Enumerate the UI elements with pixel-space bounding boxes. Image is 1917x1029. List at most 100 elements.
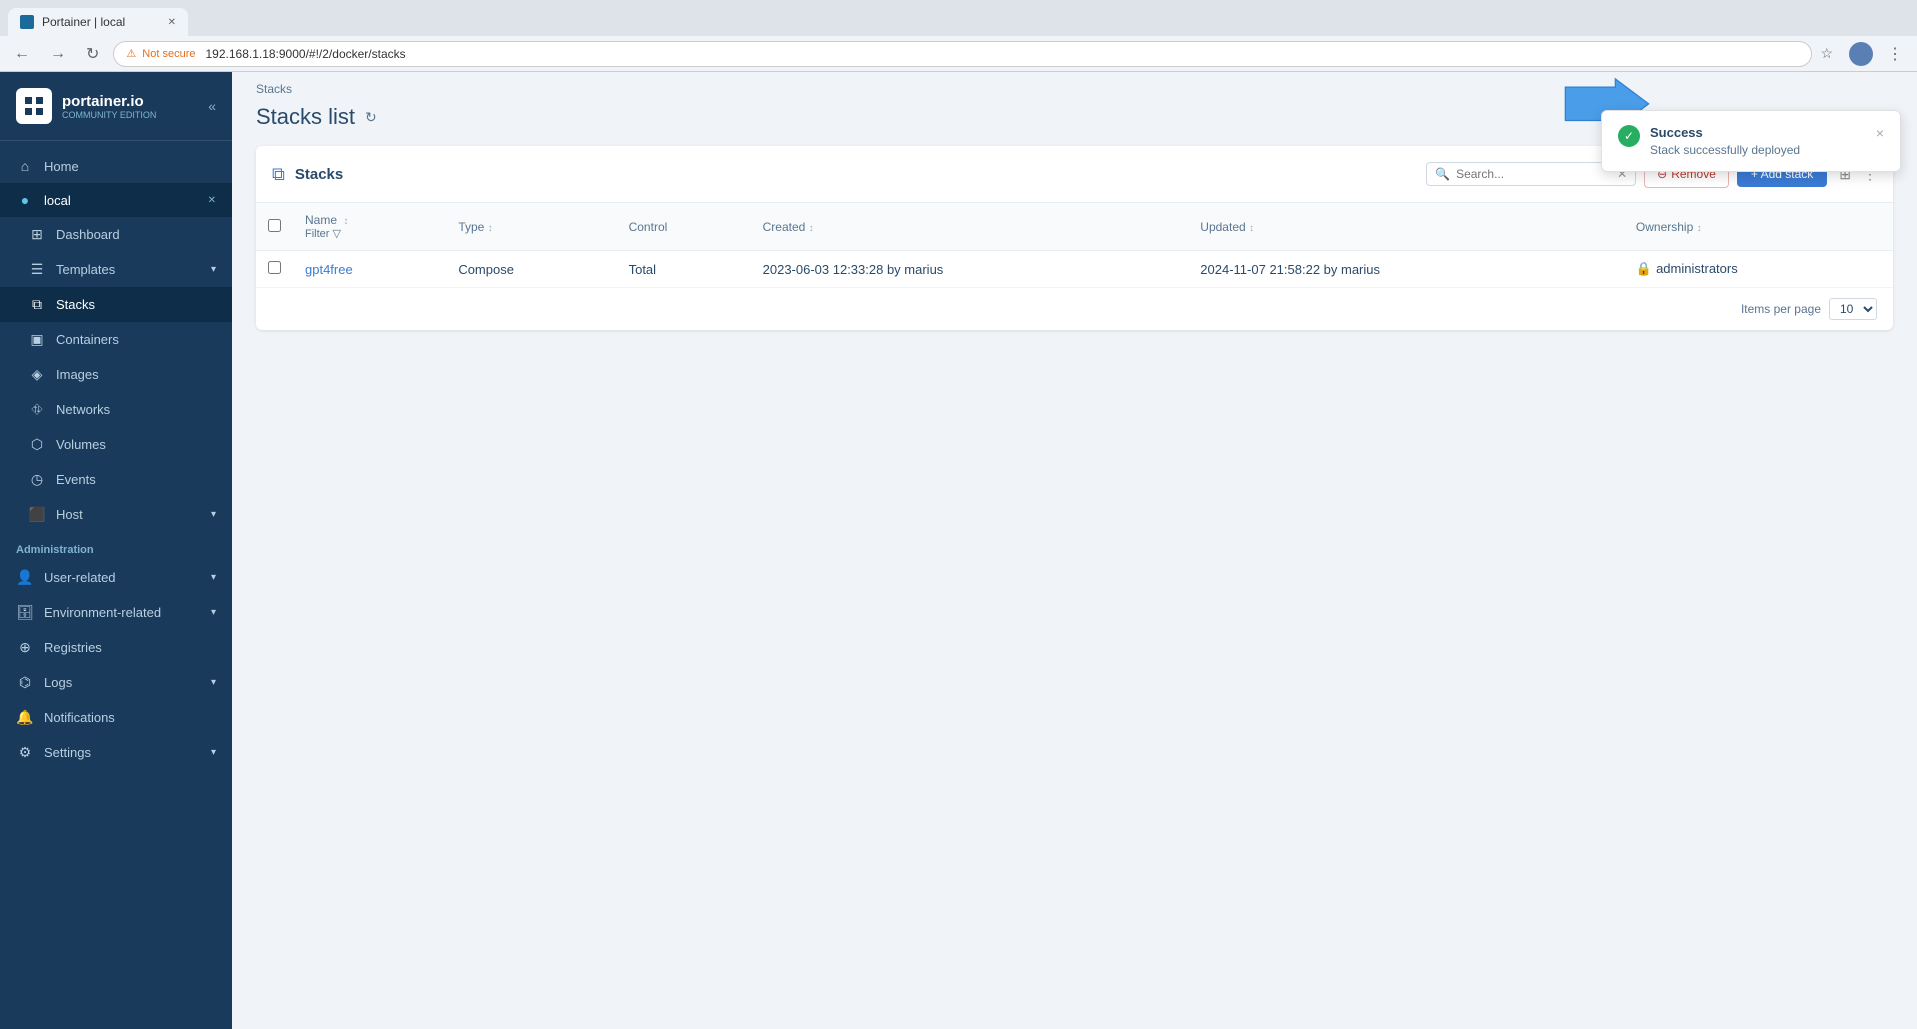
stacks-icon: ⧉ xyxy=(28,296,46,313)
sidebar-item-volumes[interactable]: ⬡ Volumes xyxy=(0,427,232,462)
browser-tab[interactable]: Portainer | local ✕ xyxy=(8,8,188,36)
portainer-logo-icon xyxy=(16,88,52,124)
sidebar-item-env-related[interactable]: 🗄 Environment-related ▾ xyxy=(0,595,232,630)
sidebar-item-user-related[interactable]: 👤 User-related ▾ xyxy=(0,560,232,595)
logs-icon: ⌬ xyxy=(16,674,34,691)
bookmark-icon[interactable]: ☆ xyxy=(1820,45,1833,62)
notification-container: ✓ Success Stack successfully deployed × xyxy=(1601,110,1901,172)
search-input[interactable] xyxy=(1456,167,1611,181)
stacks-panel-title: Stacks xyxy=(295,166,343,183)
tab-title: Portainer | local xyxy=(42,15,125,29)
created-sort-icon: ↕ xyxy=(809,223,814,234)
browser-toolbar: ← → ↻ ⚠ Not secure 192.168.1.18:9000/#!/… xyxy=(0,36,1917,72)
notifications-icon: 🔔 xyxy=(16,709,34,726)
local-close-button[interactable]: ✕ xyxy=(208,195,216,206)
settings-icon: ⚙ xyxy=(16,744,34,761)
column-name: Name ↕ Filter ▽ xyxy=(293,203,446,251)
column-updated: Updated ↕ xyxy=(1188,203,1624,251)
back-button[interactable]: ← xyxy=(8,43,36,65)
items-per-page-select[interactable]: 10 25 50 xyxy=(1829,298,1877,320)
sidebar-item-registries[interactable]: ⊕ Registries xyxy=(0,630,232,665)
sidebar-item-settings[interactable]: ⚙ Settings ▾ xyxy=(0,735,232,770)
stack-name-link[interactable]: gpt4free xyxy=(305,262,353,277)
home-label: Home xyxy=(44,159,79,174)
templates-chevron-icon: ▾ xyxy=(211,264,216,275)
sidebar-item-stacks[interactable]: ⧉ Stacks xyxy=(0,287,232,322)
sidebar-item-dashboard[interactable]: ⊞ Dashboard xyxy=(0,217,232,252)
created-label: Created xyxy=(763,220,806,234)
user-related-label: User-related xyxy=(44,570,116,585)
main-content: Stacks Stacks list ↻ ⧉ Stacks 🔍 ✕ ⊖ Rem xyxy=(232,72,1917,1029)
select-all-checkbox[interactable] xyxy=(268,219,281,232)
reload-button[interactable]: ↻ xyxy=(80,42,105,66)
tab-close-button[interactable]: ✕ xyxy=(168,17,176,28)
notifications-label: Notifications xyxy=(44,710,115,725)
notification-close-button[interactable]: × xyxy=(1876,125,1884,141)
security-icon: ⚠ xyxy=(126,47,136,60)
local-env-icon: ● xyxy=(16,192,34,208)
sidebar-item-notifications[interactable]: 🔔 Notifications xyxy=(0,700,232,735)
tab-favicon xyxy=(20,15,34,29)
app-container: portainer.io COMMUNITY EDITION « ⌂ Home … xyxy=(0,72,1917,1029)
updated-label: Updated xyxy=(1200,220,1245,234)
networks-icon: ⛗ xyxy=(28,401,46,418)
table-row: gpt4free Compose Total 2023-06-03 12:33:… xyxy=(256,251,1893,288)
table-header: Name ↕ Filter ▽ Type ↕ Control Created xyxy=(256,203,1893,251)
templates-label: Templates xyxy=(56,262,115,277)
name-sort-icon[interactable]: ↕ xyxy=(343,216,348,227)
row-checkbox[interactable] xyxy=(268,261,281,274)
settings-label: Settings xyxy=(44,745,91,760)
control-label: Control xyxy=(629,220,668,234)
refresh-button[interactable]: ↻ xyxy=(365,109,377,126)
logo-main-text: portainer.io xyxy=(62,93,156,110)
administration-section-label: Administration xyxy=(0,532,232,560)
menu-button[interactable]: ⋮ xyxy=(1881,42,1909,66)
images-icon: ◈ xyxy=(28,366,46,383)
row-checkbox-cell xyxy=(256,251,293,288)
notification-title: Success xyxy=(1650,125,1866,140)
containers-icon: ▣ xyxy=(28,331,46,348)
events-label: Events xyxy=(56,472,96,487)
ownership-label: Ownership xyxy=(1636,220,1693,234)
forward-button[interactable]: → xyxy=(44,43,72,65)
profile-icon[interactable] xyxy=(1849,42,1873,66)
sidebar-item-containers[interactable]: ▣ Containers xyxy=(0,322,232,357)
sidebar-item-templates[interactable]: ☰ Templates ▾ xyxy=(0,252,232,287)
items-per-page-label: Items per page xyxy=(1741,302,1821,316)
sidebar-item-local[interactable]: ● local ✕ xyxy=(0,183,232,217)
browser-chrome: Portainer | local ✕ ← → ↻ ⚠ Not secure 1… xyxy=(0,0,1917,72)
notification-message: Stack successfully deployed xyxy=(1650,143,1866,157)
events-icon: ◷ xyxy=(28,471,46,488)
sidebar-nav: ⌂ Home ● local ✕ ⊞ Dashboard ☰ Templates… xyxy=(0,141,232,1029)
row-name-cell: gpt4free xyxy=(293,251,446,288)
stacks-table: Name ↕ Filter ▽ Type ↕ Control Created xyxy=(256,203,1893,288)
notification-content: Success Stack successfully deployed xyxy=(1650,125,1866,157)
sidebar-item-logs[interactable]: ⌬ Logs ▾ xyxy=(0,665,232,700)
sidebar-collapse-button[interactable]: « xyxy=(208,98,216,114)
not-secure-label: Not secure xyxy=(142,48,195,60)
logo-text: portainer.io COMMUNITY EDITION xyxy=(62,93,156,120)
sidebar-item-home[interactable]: ⌂ Home xyxy=(0,149,232,183)
settings-chevron-icon: ▾ xyxy=(211,747,216,758)
ownership-icon: 🔒 xyxy=(1636,261,1652,276)
filter-button[interactable]: Filter ▽ xyxy=(305,227,341,240)
networks-label: Networks xyxy=(56,402,110,417)
logo-sub-text: COMMUNITY EDITION xyxy=(62,110,156,120)
templates-icon: ☰ xyxy=(28,261,46,278)
host-chevron-icon: ▾ xyxy=(211,509,216,520)
sidebar-item-networks[interactable]: ⛗ Networks xyxy=(0,392,232,427)
url-display: 192.168.1.18:9000/#!/2/docker/stacks xyxy=(205,47,405,61)
sidebar-item-host[interactable]: ⬛ Host ▾ xyxy=(0,497,232,532)
row-created-cell: 2023-06-03 12:33:28 by marius xyxy=(751,251,1189,288)
sidebar-item-events[interactable]: ◷ Events xyxy=(0,462,232,497)
volumes-label: Volumes xyxy=(56,437,106,452)
column-type: Type ↕ xyxy=(446,203,616,251)
address-bar[interactable]: ⚠ Not secure 192.168.1.18:9000/#!/2/dock… xyxy=(113,41,1812,67)
type-label: Type xyxy=(458,220,484,234)
column-created: Created ↕ xyxy=(751,203,1189,251)
stacks-panel-icon: ⧉ xyxy=(272,164,285,185)
success-notification: ✓ Success Stack successfully deployed × xyxy=(1601,110,1901,172)
column-ownership: Ownership ↕ xyxy=(1624,203,1893,251)
breadcrumb: Stacks xyxy=(232,72,1917,100)
sidebar-item-images[interactable]: ◈ Images xyxy=(0,357,232,392)
